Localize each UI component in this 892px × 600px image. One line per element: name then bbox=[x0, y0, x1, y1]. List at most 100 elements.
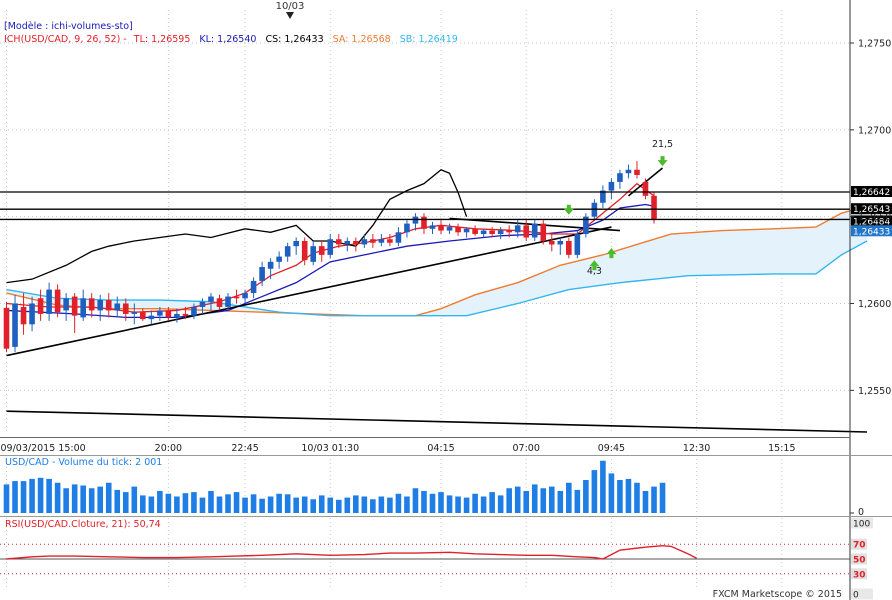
candle-body bbox=[71, 296, 78, 316]
volume-label: USD/CAD - Volume du tick: 2 001 bbox=[5, 457, 162, 468]
candle-body bbox=[105, 300, 112, 311]
legend-model: [Modèle : ichi-volumes-sto] bbox=[4, 21, 133, 32]
volume-bar bbox=[480, 496, 487, 513]
volume-bar bbox=[361, 496, 368, 513]
volume-bar bbox=[514, 486, 521, 513]
volume-bar bbox=[404, 496, 410, 513]
volume-tick-label: 0 bbox=[858, 507, 864, 518]
legend-kl: KL: 1,26540 bbox=[199, 34, 256, 45]
volume-bar bbox=[642, 491, 649, 513]
volume-bar bbox=[174, 496, 180, 513]
rsi-tick-label: 100 bbox=[853, 520, 870, 530]
volume-bar bbox=[583, 480, 589, 513]
candle-body bbox=[88, 298, 95, 311]
candle-body bbox=[54, 289, 61, 313]
volume-bar bbox=[531, 484, 538, 513]
price-tick-label: 1,2700 bbox=[858, 125, 891, 136]
candle-body bbox=[225, 296, 231, 307]
candle-body bbox=[80, 298, 86, 318]
volume-bar bbox=[148, 496, 155, 513]
volume-bar bbox=[71, 484, 78, 513]
volume-bar bbox=[293, 497, 299, 513]
volume-bar bbox=[608, 473, 615, 513]
volume-bar bbox=[625, 478, 632, 513]
volume-bar bbox=[387, 497, 393, 513]
volume-bar bbox=[617, 480, 623, 513]
volume-bar bbox=[472, 493, 478, 513]
volume-bar bbox=[557, 491, 564, 513]
time-tick-label: 09/03/2015 15:00 bbox=[1, 443, 86, 454]
signal-annotation: 4,3 bbox=[587, 266, 602, 277]
candle-body bbox=[651, 195, 657, 221]
time-tick-label: 04:15 bbox=[427, 443, 454, 454]
candle-body bbox=[472, 228, 478, 235]
volume-bar bbox=[46, 478, 52, 513]
volume-bar bbox=[634, 482, 640, 513]
volume-bar bbox=[259, 498, 265, 513]
volume-bar bbox=[12, 481, 18, 513]
candle-body bbox=[293, 240, 299, 247]
volume-bar bbox=[412, 488, 419, 513]
volume-bar bbox=[506, 488, 512, 513]
candle-body bbox=[617, 173, 623, 182]
current-price-label: 1,26433 bbox=[853, 227, 890, 237]
candle-body bbox=[267, 261, 274, 269]
time-tick-label: 12:30 bbox=[683, 443, 710, 454]
volume-bar bbox=[395, 493, 402, 513]
volume-bar bbox=[267, 496, 274, 513]
candle-body bbox=[506, 230, 512, 233]
volume-bar bbox=[191, 492, 197, 513]
volume-bar bbox=[276, 493, 282, 513]
legend-sa: SA: 1,26568 bbox=[333, 34, 391, 45]
volume-bar bbox=[233, 492, 240, 513]
volume-bar bbox=[63, 488, 69, 513]
volume-bar bbox=[523, 491, 530, 513]
volume-bar bbox=[242, 497, 248, 513]
volume-bar bbox=[327, 497, 334, 513]
volume-bar bbox=[370, 499, 376, 513]
volume-bar bbox=[497, 495, 504, 513]
volume-bar bbox=[489, 492, 495, 513]
volume-bar bbox=[429, 493, 436, 513]
volume-bar bbox=[140, 495, 146, 513]
candle-body bbox=[157, 310, 163, 316]
volume-bar bbox=[284, 494, 291, 513]
candle-body bbox=[182, 313, 189, 316]
candle-body bbox=[12, 303, 18, 347]
volume-bar bbox=[114, 489, 121, 513]
rsi-tick-label: 0 bbox=[853, 591, 859, 600]
candle-body bbox=[455, 227, 461, 233]
candle-body bbox=[20, 306, 27, 325]
rsi-label: RSI(USD/CAD.Cloture, 21): 50,74 bbox=[5, 519, 161, 530]
candle-body bbox=[446, 227, 453, 231]
volume-bar bbox=[463, 497, 470, 513]
candle-body bbox=[353, 240, 359, 245]
chart-root: 1,266421,265431,264841,2643321,54,3 7050… bbox=[0, 0, 892, 600]
time-tick-label: 09:45 bbox=[598, 443, 625, 454]
candle-body bbox=[97, 300, 104, 311]
footer-brand: FXCM Marketscope © 2015 bbox=[713, 589, 842, 600]
candle-body bbox=[429, 225, 436, 229]
candle-body bbox=[438, 225, 444, 231]
candle-body bbox=[114, 303, 121, 311]
volume-bar bbox=[3, 484, 10, 513]
time-tick-label: 10/03 01:30 bbox=[301, 443, 359, 454]
volume-bar bbox=[199, 497, 206, 513]
volume-bar bbox=[250, 494, 257, 513]
candle-body bbox=[370, 239, 376, 243]
candle-body bbox=[216, 298, 223, 307]
candle-body bbox=[387, 239, 393, 243]
legend-tl: TL: 1,26595 bbox=[133, 34, 191, 45]
volume-bar bbox=[446, 495, 453, 513]
candle-body bbox=[514, 225, 521, 233]
candle-body bbox=[259, 267, 265, 281]
time-tick-label: 20:00 bbox=[155, 443, 182, 454]
volume-bar bbox=[88, 488, 95, 513]
volume-bar bbox=[335, 499, 342, 513]
candle-body bbox=[574, 234, 581, 255]
legend-sb: SB: 1,26419 bbox=[400, 34, 458, 45]
volume-bar bbox=[301, 496, 308, 513]
candle-body bbox=[276, 256, 282, 262]
volume-bar bbox=[97, 486, 104, 513]
time-tick-label: 15:15 bbox=[768, 443, 795, 454]
